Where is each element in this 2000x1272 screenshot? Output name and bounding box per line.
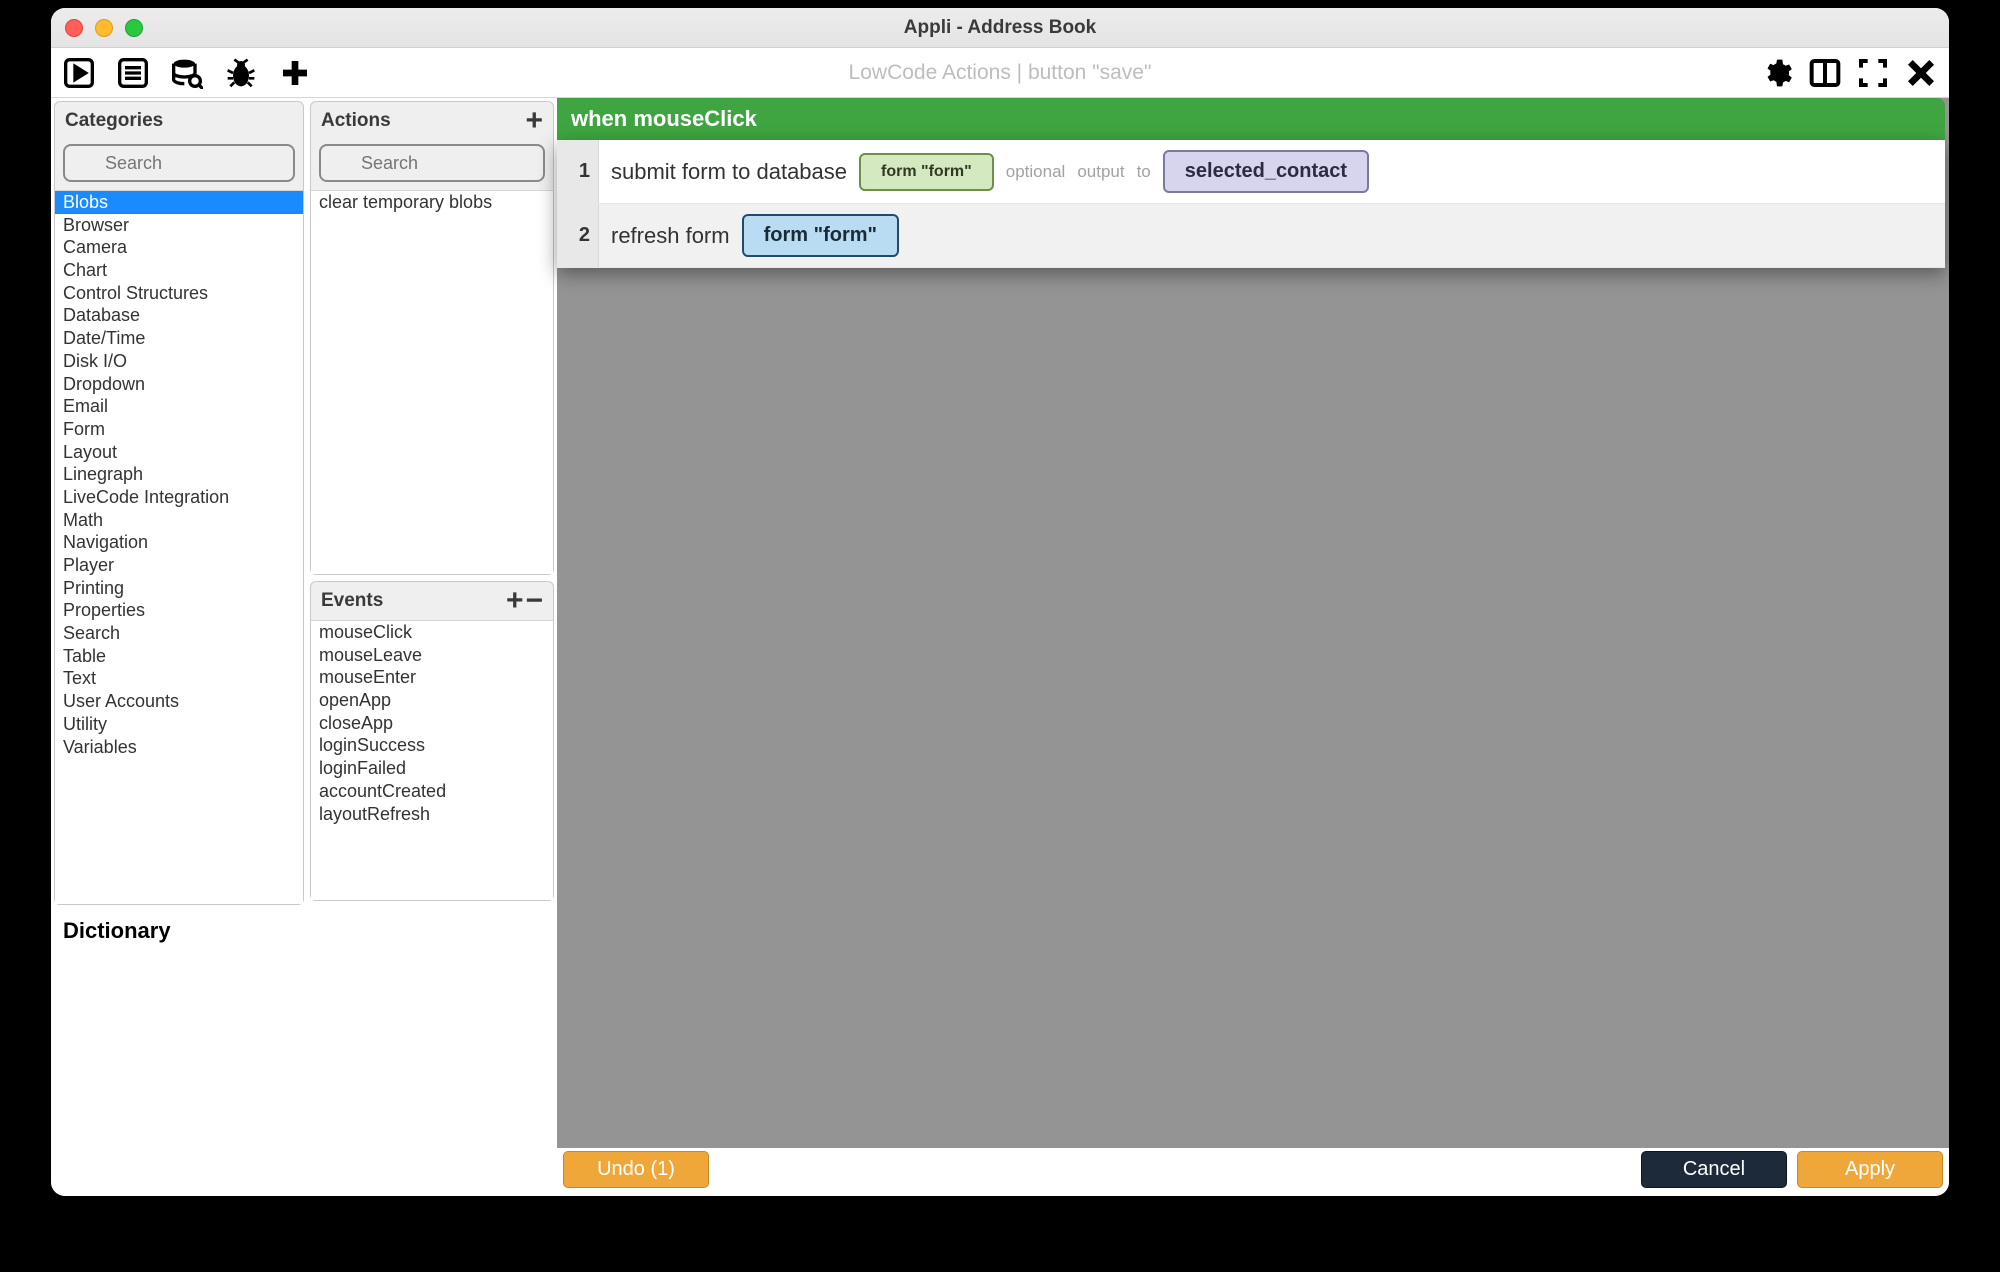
event-header: when mouseClick [557,98,1945,140]
events-list[interactable]: mouseClickmouseLeavemouseEnteropenAppclo… [311,620,553,900]
category-item[interactable]: Navigation [55,531,303,554]
categories-search-input[interactable] [63,144,295,182]
category-item[interactable]: Control Structures [55,282,303,305]
editor-column: when mouseClick 1 submit form to databas… [557,98,1949,1196]
list-icon[interactable] [115,55,151,91]
categories-list[interactable]: BlobsBrowserCameraChartControl Structure… [55,190,303,904]
apply-button[interactable]: Apply [1797,1151,1943,1188]
play-icon[interactable] [61,55,97,91]
category-item[interactable]: Player [55,554,303,577]
category-item[interactable]: Text [55,667,303,690]
action-step[interactable]: 1 submit form to database form "form" op… [557,140,1945,204]
category-item[interactable]: Disk I/O [55,350,303,373]
categories-column: Categories BlobsBrowserCameraChartContro… [51,98,307,1196]
close-icon[interactable] [1903,55,1939,91]
action-step[interactable]: 2 refresh form form "form" [557,204,1945,268]
output-label: output [1077,162,1124,182]
category-item[interactable]: Form [55,418,303,441]
event-item[interactable]: accountCreated [311,780,553,803]
category-item[interactable]: Linegraph [55,463,303,486]
fullscreen-icon[interactable] [1855,55,1891,91]
category-item[interactable]: Camera [55,236,303,259]
split-view-icon[interactable] [1807,55,1843,91]
content-area: Categories BlobsBrowserCameraChartContro… [51,98,1949,1196]
step-text: submit form to database [611,159,847,185]
close-window-button[interactable] [65,19,83,37]
footer-bar: Undo (1) Cancel Apply [557,1148,1949,1196]
remove-event-icon[interactable]: − [525,592,543,610]
gear-icon[interactable] [1759,55,1795,91]
category-item[interactable]: Layout [55,441,303,464]
toolbar: LowCode Actions | button "save" [51,48,1949,98]
category-item[interactable]: Blobs [55,191,303,214]
add-action-icon[interactable]: + [525,112,543,130]
category-item[interactable]: Printing [55,577,303,600]
zoom-window-button[interactable] [125,19,143,37]
to-label: to [1137,162,1151,182]
actions-list[interactable]: clear temporary blobs [311,190,553,574]
category-item[interactable]: Email [55,395,303,418]
events-panel: Events + − mouseClickmouseLeavemouseEnte… [310,581,554,901]
category-item[interactable]: Table [55,645,303,668]
step-text: refresh form [611,223,730,249]
cancel-button[interactable]: Cancel [1641,1151,1787,1188]
category-item[interactable]: Database [55,304,303,327]
toolbar-subtitle: LowCode Actions | button "save" [849,61,1152,85]
event-item[interactable]: loginFailed [311,757,553,780]
window-title: Appli - Address Book [904,17,1096,39]
actions-events-column: Actions + clear temporary blobs Events + [307,98,557,1196]
category-item[interactable]: Chart [55,259,303,282]
events-title: Events [321,590,383,612]
event-item[interactable]: openApp [311,689,553,712]
bug-icon[interactable] [223,55,259,91]
category-item[interactable]: Properties [55,599,303,622]
window-controls [65,19,143,37]
event-item[interactable]: mouseEnter [311,666,553,689]
action-steps: 1 submit form to database form "form" op… [557,140,1945,268]
categories-panel: Categories BlobsBrowserCameraChartContro… [54,101,304,905]
form-param-chip[interactable]: form "form" [742,214,899,257]
category-item[interactable]: Dropdown [55,373,303,396]
event-item[interactable]: loginSuccess [311,734,553,757]
titlebar: Appli - Address Book [51,8,1949,48]
categories-title: Categories [65,110,163,132]
app-window: Appli - Address Book LowCode Actions | b… [51,8,1949,1196]
category-item[interactable]: Math [55,509,303,532]
category-item[interactable]: Search [55,622,303,645]
actions-search-input[interactable] [319,144,545,182]
category-item[interactable]: User Accounts [55,690,303,713]
step-number: 2 [557,204,599,267]
add-event-icon[interactable]: + [506,592,524,610]
category-item[interactable]: Utility [55,713,303,736]
dictionary-title: Dictionary [51,908,307,954]
minimize-window-button[interactable] [95,19,113,37]
add-icon[interactable] [277,55,313,91]
database-icon[interactable] [169,55,205,91]
event-item[interactable]: closeApp [311,712,553,735]
actions-panel: Actions + clear temporary blobs [310,101,554,575]
category-item[interactable]: Browser [55,214,303,237]
category-item[interactable]: Date/Time [55,327,303,350]
event-item[interactable]: layoutRefresh [311,803,553,826]
action-item[interactable]: clear temporary blobs [311,191,553,214]
output-param-chip[interactable]: selected_contact [1163,150,1369,193]
event-item[interactable]: mouseLeave [311,644,553,667]
event-item[interactable]: mouseClick [311,621,553,644]
optional-label: optional [1006,162,1066,182]
actions-title: Actions [321,110,391,132]
category-item[interactable]: LiveCode Integration [55,486,303,509]
form-param-chip[interactable]: form "form" [859,153,994,191]
category-item[interactable]: Variables [55,736,303,759]
step-number: 1 [557,140,599,203]
undo-button[interactable]: Undo (1) [563,1151,709,1188]
